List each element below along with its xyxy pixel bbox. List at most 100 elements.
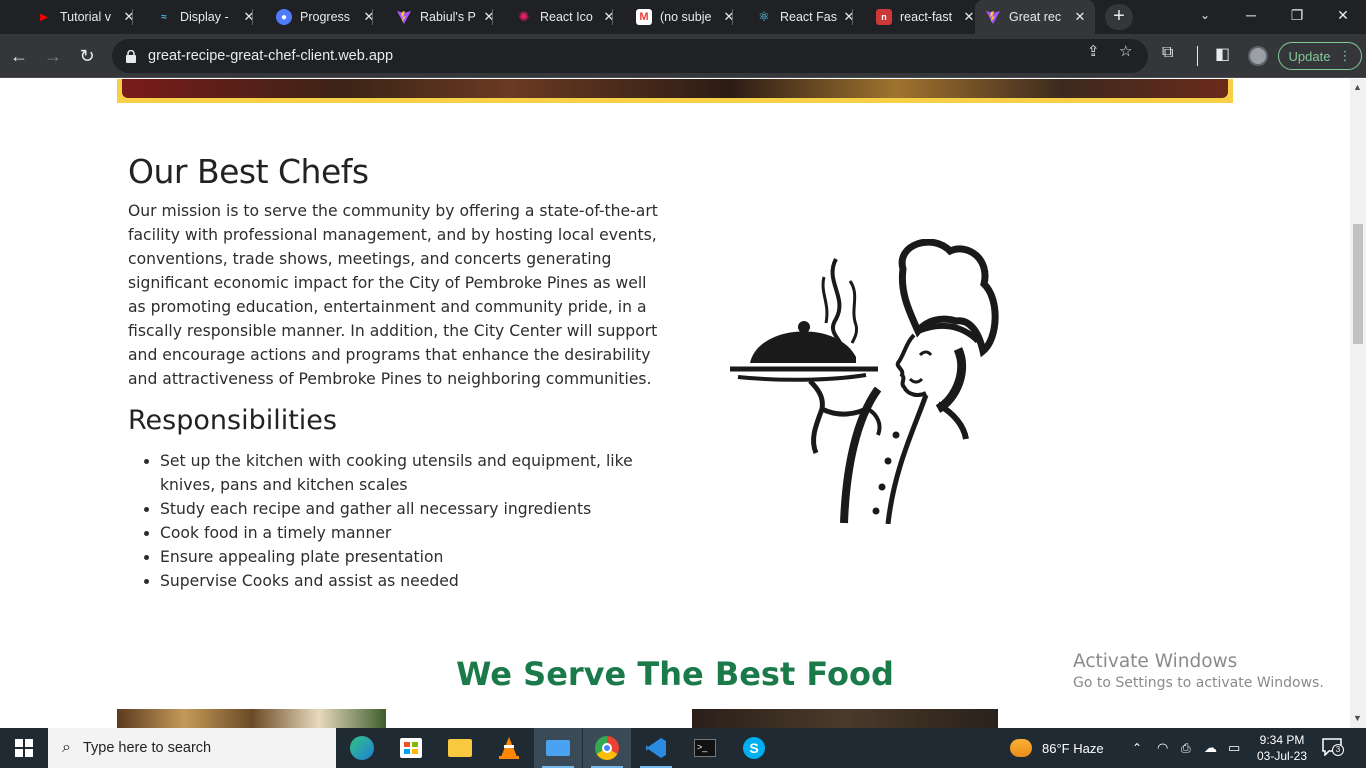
toolbar-divider (1197, 46, 1198, 66)
forward-button[interactable]: → (39, 43, 67, 71)
close-icon[interactable]: ✕ (1073, 9, 1087, 25)
new-tab-button[interactable]: + (1105, 4, 1133, 30)
minimize-button[interactable]: ─ (1228, 0, 1274, 32)
tab-3[interactable]: ● Progress ✕ (266, 4, 384, 30)
close-icon[interactable]: ✕ (242, 9, 256, 25)
gmail-icon: M (636, 9, 652, 25)
address-bar[interactable]: great-recipe-great-chef-client.web.app (112, 39, 1148, 73)
vlc-app-icon[interactable] (485, 728, 533, 768)
back-button[interactable]: ← (5, 43, 33, 71)
vscode-app-icon[interactable] (632, 728, 680, 768)
react-icon: ⚛ (758, 9, 770, 24)
tab-title: React Ico (540, 10, 593, 24)
lock-icon[interactable] (126, 49, 136, 63)
tab-title: Tutorial v (60, 10, 111, 24)
tab-strip: ▶ Tutorial v ✕ ≈ Display - ✕ ● Progress … (0, 0, 1366, 34)
search-placeholder: Type here to search (82, 740, 212, 756)
file-explorer-app-icon[interactable] (436, 728, 484, 768)
scroll-down-arrow[interactable]: ▼ (1353, 713, 1362, 723)
tab-4[interactable]: Rabiul's P ✕ (386, 4, 504, 30)
weather-haze-icon (1010, 739, 1032, 757)
reload-button[interactable]: ↻ (73, 43, 101, 71)
windows-taskbar: ⌕ Type here to search >_ S 86°F Haze ⌃ ◠… (0, 728, 1366, 768)
skype-app-icon[interactable]: S (730, 728, 778, 768)
food-image-2 (692, 709, 998, 728)
tab-title: Rabiul's P (420, 10, 476, 24)
taskbar-search[interactable]: ⌕ Type here to search (48, 728, 336, 768)
page-viewport: Our Best Chefs Our mission is to serve t… (0, 79, 1350, 728)
share-icon[interactable]: ⇪ (1087, 42, 1100, 60)
notification-center[interactable]: 3 (1322, 738, 1344, 758)
edge-app-icon[interactable] (338, 728, 386, 768)
browser-toolbar: ← → ↻ great-recipe-great-chef-client.web… (0, 34, 1366, 78)
responsibilities-list: Set up the kitchen with cooking utensils… (160, 449, 660, 593)
tab-active[interactable]: Great rec ✕ (975, 0, 1095, 34)
update-button[interactable]: Update ⋮ (1278, 42, 1362, 70)
progress-icon: ● (276, 9, 292, 25)
tab-5[interactable]: ✺ React Ico ✕ (506, 4, 624, 30)
close-icon[interactable]: ✕ (602, 9, 616, 25)
tab-title: Great rec (1009, 10, 1062, 24)
tab-title: (no subje (660, 10, 712, 24)
tab-title: react-fast (900, 10, 953, 24)
activate-windows-watermark: Activate Windows Go to Settings to activ… (1073, 651, 1324, 691)
close-icon[interactable]: ✕ (842, 9, 856, 25)
mail-app-icon[interactable] (534, 728, 582, 768)
windows-logo-icon (15, 739, 33, 757)
close-window-button[interactable]: ✕ (1320, 0, 1366, 32)
scroll-thumb[interactable] (1353, 224, 1363, 344)
tab-title: Progress (300, 10, 351, 24)
update-label: Update (1288, 48, 1331, 64)
search-icon: ⌕ (62, 739, 71, 756)
list-item: Ensure appealing plate presentation (160, 545, 660, 569)
extensions-icon[interactable]: ⧉ (1162, 44, 1173, 62)
tab-search-icon[interactable]: ⌄ (1182, 0, 1228, 32)
notification-badge: 3 (1332, 744, 1344, 756)
weather-text: 86°F Haze (1042, 740, 1104, 756)
close-icon[interactable]: ✕ (962, 9, 976, 25)
tab-title: React Fas (780, 10, 837, 24)
responsibilities-heading: Responsibilities (128, 405, 337, 436)
vite-icon (985, 9, 1001, 25)
page-scrollbar[interactable]: ▲ ▼ (1350, 79, 1366, 728)
system-clock[interactable]: 9:34 PM 03-Jul-23 (1252, 732, 1312, 764)
chrome-app-icon[interactable] (583, 728, 631, 768)
close-icon[interactable]: ✕ (722, 9, 736, 25)
chef-illustration (730, 239, 999, 524)
tab-1[interactable]: ▶ Tutorial v ✕ (26, 4, 144, 30)
watermark-subtitle: Go to Settings to activate Windows. (1073, 675, 1324, 691)
list-item: Study each recipe and gather all necessa… (160, 497, 660, 521)
terminal-app-icon[interactable]: >_ (681, 728, 729, 768)
store-app-icon[interactable] (387, 728, 435, 768)
show-hidden-icons[interactable]: ⌃ (1132, 728, 1142, 768)
avatar[interactable] (1248, 46, 1268, 66)
cloud-sync-icon[interactable]: ☁ (1204, 728, 1217, 768)
tab-8[interactable]: n react-fast ✕ (866, 4, 984, 30)
list-item: Supervise Cooks and assist as needed (160, 569, 660, 593)
close-icon[interactable]: ✕ (362, 9, 376, 25)
start-button[interactable] (0, 728, 48, 768)
tab-6[interactable]: M (no subje ✕ (626, 4, 744, 30)
scroll-up-arrow[interactable]: ▲ (1353, 82, 1362, 92)
list-item: Cook food in a timely manner (160, 521, 660, 545)
close-icon[interactable]: ✕ (482, 9, 496, 25)
restore-button[interactable]: ❐ (1274, 0, 1320, 32)
clock-time: 9:34 PM (1259, 733, 1305, 747)
side-panel-icon[interactable]: ◧ (1215, 44, 1230, 64)
list-item: Set up the kitchen with cooking utensils… (160, 449, 660, 497)
npm-icon: n (876, 9, 892, 25)
close-icon[interactable]: ✕ (122, 9, 136, 25)
chefs-heading: Our Best Chefs (128, 152, 369, 191)
network-icon[interactable]: ◠ (1157, 728, 1168, 768)
meet-now-icon[interactable]: ⎙ (1181, 728, 1191, 768)
tab-7[interactable]: ⚛ React Fas ✕ (746, 4, 864, 30)
youtube-icon: ▶ (40, 11, 48, 23)
mission-paragraph: Our mission is to serve the community by… (128, 202, 658, 388)
bookmark-star-icon[interactable]: ☆ (1119, 42, 1132, 60)
tab-2[interactable]: ≈ Display - ✕ (146, 4, 264, 30)
react-icons-icon: ✺ (518, 9, 530, 24)
battery-icon[interactable]: ▭ (1228, 728, 1240, 768)
watermark-title: Activate Windows (1073, 651, 1238, 672)
url-text[interactable]: great-recipe-great-chef-client.web.app (148, 48, 393, 64)
weather-widget[interactable]: 86°F Haze (1010, 728, 1104, 768)
